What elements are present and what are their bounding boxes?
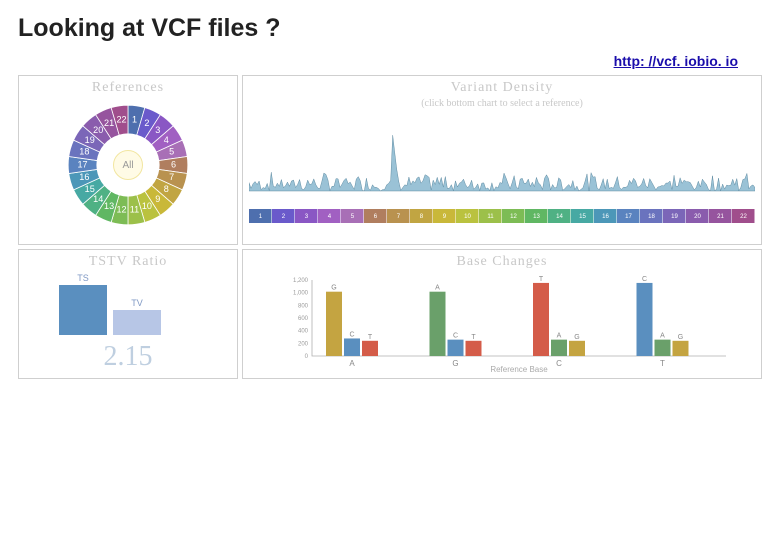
bc-group-label: C	[556, 359, 562, 368]
bc-ytick: 1,000	[293, 291, 309, 297]
tstv-bar: TV	[113, 310, 161, 335]
bc-ytick: 400	[298, 329, 309, 335]
bc-bar-label: T	[368, 334, 373, 341]
tstv-bar-label: TS	[77, 273, 89, 283]
density-strip-label: 16	[602, 214, 609, 220]
bc-bar	[362, 341, 378, 356]
donut-segment-label: 10	[142, 201, 152, 211]
tstv-bars: TSTV	[59, 280, 231, 335]
bc-bar-label: C	[642, 276, 647, 283]
donut-segment-label: 3	[155, 125, 160, 135]
vcf-iobio-link[interactable]: http: //vcf. iobio. io	[614, 53, 738, 69]
bc-bar	[326, 292, 342, 356]
bc-xlabel: Reference Base	[490, 365, 548, 374]
donut-segment-label: 8	[164, 184, 169, 194]
bc-bar-label: A	[435, 285, 440, 292]
panel-density: Variant Density (click bottom chart to s…	[242, 75, 762, 245]
density-strip-label: 20	[694, 214, 701, 220]
donut-segment-label: 9	[155, 194, 160, 204]
basechanges-chart: 1,200 1,000 800 600 400 200 0 G C T A A C T G T A G C C A G T R…	[249, 274, 755, 374]
donut-segment-label: 5	[169, 147, 174, 157]
bc-ytick: 0	[305, 354, 309, 360]
bc-bar-label: G	[574, 334, 579, 341]
tstv-bar-label: TV	[131, 298, 143, 308]
bc-bar	[551, 340, 567, 356]
charts-grid: References 12345678910111213141516171819…	[18, 75, 762, 379]
donut-segment-label: 14	[93, 194, 103, 204]
bc-bar	[673, 341, 689, 356]
bc-group-label: G	[452, 359, 458, 368]
link-row: http: //vcf. iobio. io	[18, 53, 762, 71]
donut-segment-label: 18	[79, 147, 89, 157]
bc-bar-label: G	[678, 334, 683, 341]
page-title: Looking at VCF files ?	[18, 14, 762, 43]
donut-segment-label: 1	[132, 114, 137, 124]
bc-bar	[533, 283, 549, 356]
donut-segment-label: 6	[171, 159, 176, 169]
donut-center-label: All	[113, 150, 143, 180]
basechanges-title: Base Changes	[249, 254, 755, 270]
tstv-value: 2.15	[25, 341, 231, 373]
density-strip-label: 10	[464, 214, 471, 220]
density-strip-label: 14	[556, 214, 563, 220]
bc-bar	[637, 283, 653, 356]
donut-segment-label: 12	[116, 204, 126, 214]
density-strip-label: 21	[717, 214, 724, 220]
donut-segment-label: 13	[104, 201, 114, 211]
density-trace	[249, 135, 755, 191]
panel-tstv: TSTV Ratio TSTV 2.15	[18, 249, 238, 379]
density-strip-label: 11	[487, 214, 494, 220]
bc-ytick: 1,200	[293, 278, 309, 284]
donut-segment-label: 15	[85, 184, 95, 194]
density-strip-label: 12	[510, 214, 517, 220]
bc-bar-label: C	[453, 333, 458, 340]
donut-segment-label: 7	[169, 172, 174, 182]
bc-group-label: A	[349, 359, 355, 368]
donut-segment-label: 20	[93, 125, 103, 135]
bc-ytick: 200	[298, 341, 309, 347]
bc-bar	[466, 341, 482, 356]
density-strip-label: 15	[579, 214, 586, 220]
bc-bar	[448, 340, 464, 356]
bc-bar	[430, 292, 446, 356]
bc-bar-label: A	[557, 333, 562, 340]
donut-segment-label: 4	[164, 135, 169, 145]
donut-segment-label: 11	[130, 204, 139, 214]
density-chart[interactable]: 12345678910111213141516171819202122	[249, 123, 755, 233]
donut-segment-label: 19	[85, 135, 95, 145]
donut-segment-label: 17	[77, 159, 87, 169]
density-strip-label: 22	[740, 214, 747, 220]
density-title: Variant Density	[249, 80, 755, 96]
density-strip-label: 19	[671, 214, 678, 220]
density-strip-label: 18	[648, 214, 655, 220]
bc-ytick: 600	[298, 316, 309, 322]
references-title: References	[25, 80, 231, 96]
bc-bar-label: T	[471, 334, 476, 341]
donut-segment-label: 22	[116, 114, 126, 124]
donut-segment-label: 16	[79, 172, 89, 182]
bc-bar-label: G	[331, 285, 336, 292]
bc-bar-label: A	[660, 333, 665, 340]
bc-bar	[344, 338, 360, 356]
references-donut: 12345678910111213141516171819202122 All	[63, 100, 193, 230]
bc-bar-label: C	[349, 331, 354, 338]
panel-basechanges: Base Changes 1,200 1,000 800 600 400 200 0 G C T A…	[242, 249, 762, 379]
bc-ytick: 800	[298, 303, 309, 309]
density-strip-label: 17	[625, 214, 632, 220]
bc-bar	[655, 340, 671, 356]
tstv-title: TSTV Ratio	[25, 254, 231, 270]
density-subtitle: (click bottom chart to select a referenc…	[249, 98, 755, 109]
panel-references: References 12345678910111213141516171819…	[18, 75, 238, 245]
density-strip-label: 13	[533, 214, 540, 220]
tstv-bar: TS	[59, 285, 107, 335]
bc-bar	[569, 341, 585, 356]
bc-group-label: T	[660, 359, 665, 368]
donut-segment-label: 2	[144, 118, 149, 128]
donut-segment-label: 21	[104, 118, 114, 128]
bc-bar-label: T	[539, 276, 544, 283]
